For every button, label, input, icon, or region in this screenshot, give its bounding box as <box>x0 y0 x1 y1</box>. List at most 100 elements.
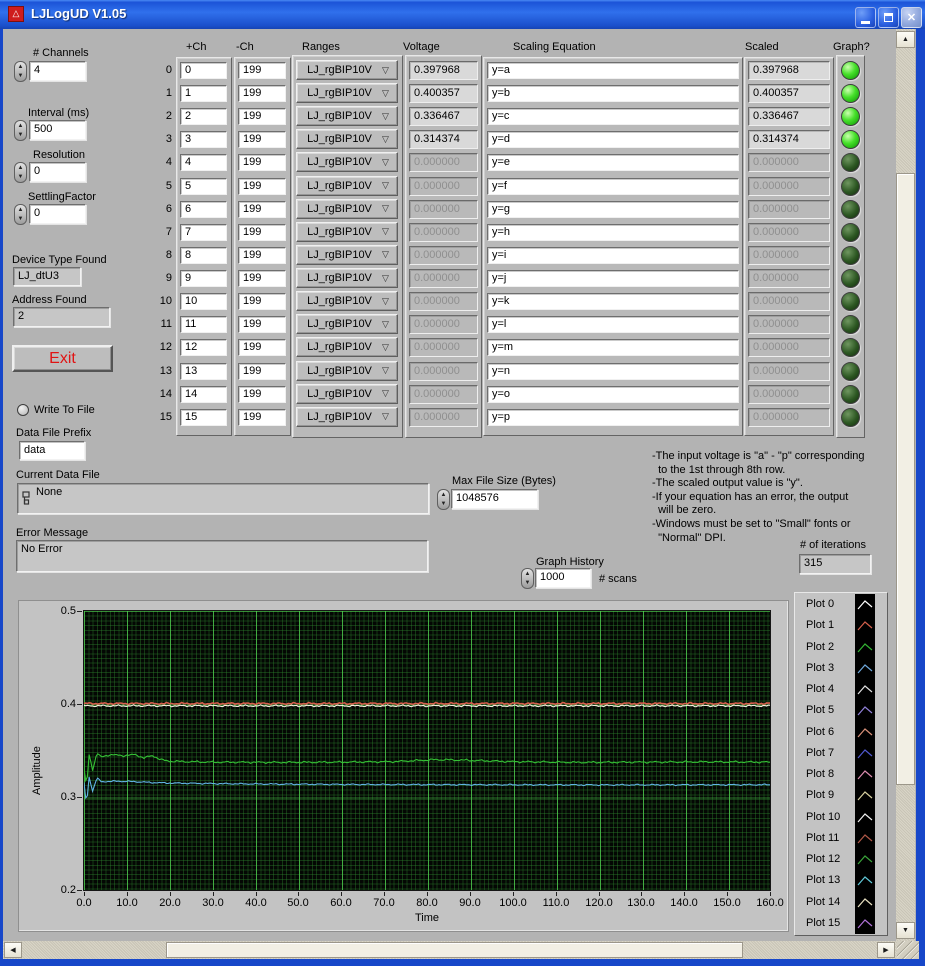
scaling-equation-input[interactable]: y=d <box>487 131 739 148</box>
neg-channel-input[interactable]: 199 <box>238 247 286 264</box>
legend-item[interactable]: Plot 15 <box>806 917 840 929</box>
range-dropdown[interactable]: LJ_rgBIP10V▽ <box>296 152 398 172</box>
legend-item[interactable]: Plot 5 <box>806 704 834 716</box>
range-dropdown[interactable]: LJ_rgBIP10V▽ <box>296 199 398 219</box>
neg-channel-input[interactable]: 199 <box>238 108 286 125</box>
range-dropdown[interactable]: LJ_rgBIP10V▽ <box>296 384 398 404</box>
max-file-size-input[interactable]: 1048576 <box>451 489 538 509</box>
scaling-equation-input[interactable]: y=f <box>487 178 739 195</box>
close-button[interactable]: ✕ <box>901 7 922 28</box>
scaling-equation-input[interactable]: y=c <box>487 108 739 125</box>
scaling-equation-input[interactable]: y=l <box>487 316 739 333</box>
legend-item[interactable]: Plot 1 <box>806 619 834 631</box>
scroll-left-button[interactable]: ◀ <box>4 942 22 958</box>
interval-spinner-icon[interactable]: ▲▼ <box>14 120 27 141</box>
graph-history-input[interactable]: 1000 <box>535 568 591 588</box>
neg-channel-input[interactable]: 199 <box>238 201 286 218</box>
scroll-right-button[interactable]: ▶ <box>877 942 895 958</box>
range-dropdown[interactable]: LJ_rgBIP10V▽ <box>296 268 398 288</box>
vertical-scrollbar-thumb[interactable] <box>896 173 915 785</box>
legend-item[interactable]: Plot 14 <box>806 896 840 908</box>
graph-led[interactable] <box>841 200 860 219</box>
legend-item[interactable]: Plot 0 <box>806 598 834 610</box>
max-file-size-spinner-icon[interactable]: ▲▼ <box>437 489 450 510</box>
graph-led[interactable] <box>841 269 860 288</box>
scaling-equation-input[interactable]: y=k <box>487 293 739 310</box>
neg-channel-input[interactable]: 199 <box>238 85 286 102</box>
scaling-equation-input[interactable]: y=j <box>487 270 739 287</box>
scroll-down-button[interactable]: ▼ <box>896 922 915 939</box>
neg-channel-input[interactable]: 199 <box>238 178 286 195</box>
graph-led[interactable] <box>841 362 860 381</box>
scaling-equation-input[interactable]: y=n <box>487 363 739 380</box>
scaling-equation-input[interactable]: y=h <box>487 224 739 241</box>
pos-channel-input[interactable]: 1 <box>180 85 227 102</box>
legend-item[interactable]: Plot 2 <box>806 641 834 653</box>
resolution-input[interactable]: 0 <box>29 162 86 182</box>
neg-channel-input[interactable]: 199 <box>238 363 286 380</box>
data-file-prefix-input[interactable]: data <box>19 441 85 460</box>
channels-input[interactable]: 4 <box>29 61 86 81</box>
graph-led[interactable] <box>841 61 860 80</box>
neg-channel-input[interactable]: 199 <box>238 62 286 79</box>
range-dropdown[interactable]: LJ_rgBIP10V▽ <box>296 407 398 427</box>
scaling-equation-input[interactable]: y=o <box>487 386 739 403</box>
pos-channel-input[interactable]: 12 <box>180 339 227 356</box>
pos-channel-input[interactable]: 3 <box>180 131 227 148</box>
legend-item[interactable]: Plot 13 <box>806 874 840 886</box>
resolution-spinner-icon[interactable]: ▲▼ <box>14 162 27 183</box>
range-dropdown[interactable]: LJ_rgBIP10V▽ <box>296 291 398 311</box>
titlebar[interactable]: △ LJLogUD V1.05 ✕ <box>0 0 925 29</box>
range-dropdown[interactable]: LJ_rgBIP10V▽ <box>296 83 398 103</box>
legend-item[interactable]: Plot 10 <box>806 811 840 823</box>
graph-led[interactable] <box>841 408 860 427</box>
scroll-up-button[interactable]: ▲ <box>896 31 915 48</box>
range-dropdown[interactable]: LJ_rgBIP10V▽ <box>296 106 398 126</box>
channels-spinner-icon[interactable]: ▲▼ <box>14 61 27 82</box>
legend-item[interactable]: Plot 8 <box>806 768 834 780</box>
neg-channel-input[interactable]: 199 <box>238 270 286 287</box>
pos-channel-input[interactable]: 4 <box>180 154 227 171</box>
scaling-equation-input[interactable]: y=g <box>487 201 739 218</box>
maximize-button[interactable] <box>878 7 899 28</box>
pos-channel-input[interactable]: 0 <box>180 62 227 79</box>
neg-channel-input[interactable]: 199 <box>238 316 286 333</box>
range-dropdown[interactable]: LJ_rgBIP10V▽ <box>296 361 398 381</box>
neg-channel-input[interactable]: 199 <box>238 339 286 356</box>
resize-grip[interactable] <box>897 941 919 959</box>
pos-channel-input[interactable]: 11 <box>180 316 227 333</box>
settling-input[interactable]: 0 <box>29 204 86 224</box>
scaling-equation-input[interactable]: y=a <box>487 62 739 79</box>
scaling-equation-input[interactable]: y=m <box>487 339 739 356</box>
exit-button[interactable]: Exit <box>12 345 113 372</box>
neg-channel-input[interactable]: 199 <box>238 386 286 403</box>
pos-channel-input[interactable]: 14 <box>180 386 227 403</box>
legend-item[interactable]: Plot 3 <box>806 662 834 674</box>
range-dropdown[interactable]: LJ_rgBIP10V▽ <box>296 314 398 334</box>
write-to-file-radio[interactable] <box>17 404 29 416</box>
minimize-button[interactable] <box>855 7 876 28</box>
neg-channel-input[interactable]: 199 <box>238 293 286 310</box>
pos-channel-input[interactable]: 15 <box>180 409 227 426</box>
range-dropdown[interactable]: LJ_rgBIP10V▽ <box>296 176 398 196</box>
scaling-equation-input[interactable]: y=p <box>487 409 739 426</box>
legend-item[interactable]: Plot 12 <box>806 853 840 865</box>
range-dropdown[interactable]: LJ_rgBIP10V▽ <box>296 222 398 242</box>
scaling-equation-input[interactable]: y=b <box>487 85 739 102</box>
scaling-equation-input[interactable]: y=e <box>487 154 739 171</box>
graph-led[interactable] <box>841 223 860 242</box>
graph-led[interactable] <box>841 385 860 404</box>
pos-channel-input[interactable]: 5 <box>180 178 227 195</box>
graph-led[interactable] <box>841 246 860 265</box>
horizontal-scrollbar-thumb[interactable] <box>166 942 743 958</box>
range-dropdown[interactable]: LJ_rgBIP10V▽ <box>296 245 398 265</box>
pos-channel-input[interactable]: 10 <box>180 293 227 310</box>
range-dropdown[interactable]: LJ_rgBIP10V▽ <box>296 60 398 80</box>
pos-channel-input[interactable]: 7 <box>180 224 227 241</box>
pos-channel-input[interactable]: 8 <box>180 247 227 264</box>
legend-item[interactable]: Plot 11 <box>806 832 839 844</box>
neg-channel-input[interactable]: 199 <box>238 154 286 171</box>
pos-channel-input[interactable]: 9 <box>180 270 227 287</box>
scaling-equation-input[interactable]: y=i <box>487 247 739 264</box>
neg-channel-input[interactable]: 199 <box>238 409 286 426</box>
